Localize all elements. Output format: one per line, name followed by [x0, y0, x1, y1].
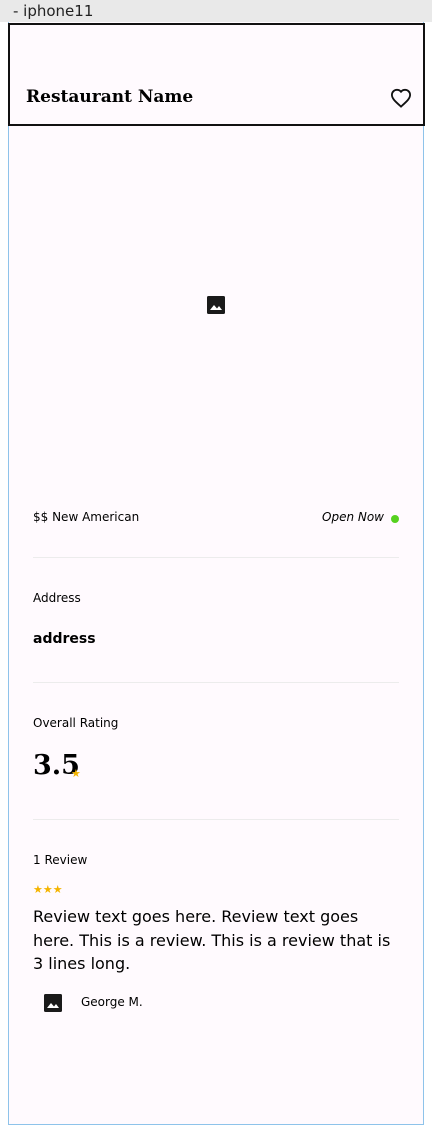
avatar	[44, 994, 62, 1012]
frame-label: - iphone11	[0, 0, 432, 22]
header: Restaurant Name	[8, 23, 425, 126]
address-label: Address	[33, 591, 81, 605]
divider	[33, 557, 399, 558]
review-text: Review text goes here. Review text goes …	[33, 907, 391, 973]
open-status-dot	[391, 515, 399, 523]
star-icon: ★	[42, 883, 53, 896]
star-icon: ★	[33, 883, 43, 896]
star-icon: ★	[52, 883, 63, 896]
review-count: 1 Review	[33, 853, 88, 867]
price-category: $$ New American	[33, 510, 140, 524]
reviewer-name: George M.	[81, 995, 143, 1009]
overall-rating-label: Overall Rating	[33, 716, 119, 730]
restaurant-name: Restaurant Name	[26, 87, 194, 107]
divider	[33, 819, 399, 820]
open-status: Open Now	[322, 510, 384, 524]
review-star-rating: ★★★	[33, 884, 63, 895]
heart-outline-icon[interactable]	[390, 88, 412, 108]
star-icon: ★	[71, 767, 81, 780]
image-icon	[207, 296, 225, 314]
divider	[33, 682, 399, 683]
frame-label-text: - iphone11	[13, 2, 94, 20]
address-value: address	[33, 631, 96, 647]
